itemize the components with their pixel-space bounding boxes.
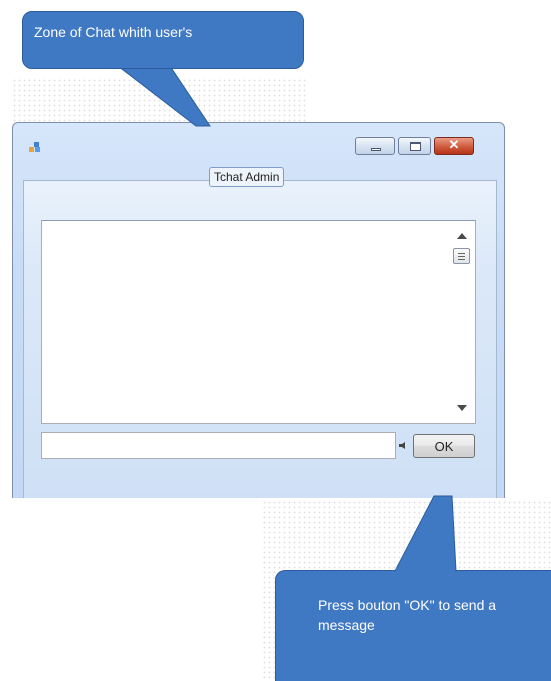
groupbox-title: Tchat Admin [209, 167, 285, 187]
pointer-seams [119, 64, 455, 573]
